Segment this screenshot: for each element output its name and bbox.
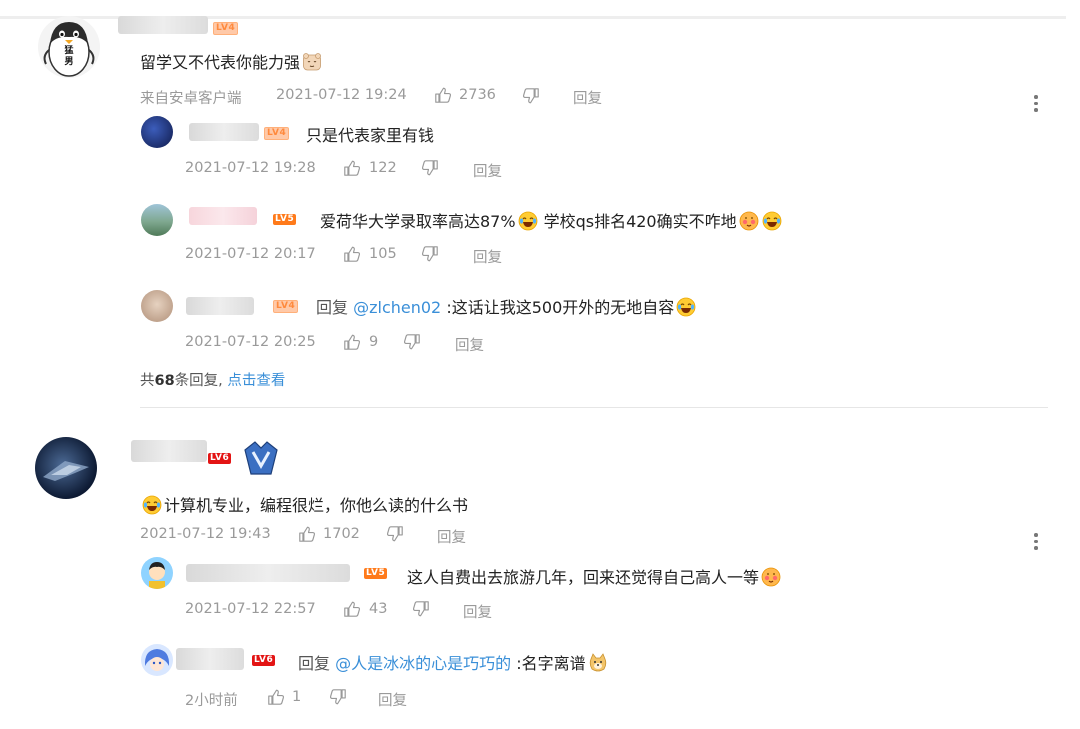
reply-button[interactable]: 回复: [463, 601, 492, 622]
timestamp: 2021-07-12 20:25: [185, 334, 316, 350]
level-badge: LV4: [264, 127, 290, 140]
timestamp: 2021-07-12 22:57: [185, 601, 316, 617]
thumb-down-icon[interactable]: [412, 600, 430, 618]
reply-text: 回复 @zlchen02 :这话让我这500开外的无地自容: [316, 294, 696, 318]
doge-emoji: [588, 653, 608, 673]
laugh-cry-emoji: [518, 211, 538, 231]
more-dots-icon[interactable]: [1034, 533, 1038, 553]
like-count: 1: [292, 689, 302, 705]
username[interactable]: [186, 564, 350, 582]
timestamp: 2021-07-12 20:17: [185, 246, 316, 262]
reply-button[interactable]: 回复: [573, 87, 602, 108]
avatar[interactable]: [141, 644, 173, 676]
like-count: 9: [369, 334, 379, 350]
level-badge: LV6: [252, 655, 276, 666]
timestamp: 2小时前: [185, 693, 238, 709]
timestamp: 2021-07-12 19:43: [140, 526, 271, 542]
thumb-up-icon[interactable]: [343, 245, 361, 263]
level-badge: LV4: [213, 22, 239, 35]
thumb-down-icon[interactable]: [421, 159, 439, 177]
timestamp: 2021-07-12 19:24: [276, 87, 407, 103]
more-dots-icon[interactable]: [1034, 95, 1038, 115]
level-badge: LV5: [364, 568, 388, 579]
like-count: 1702: [323, 526, 360, 542]
view-replies-link[interactable]: 点击查看: [227, 373, 285, 389]
thumb-down-icon[interactable]: [329, 688, 347, 706]
avatar[interactable]: [141, 557, 173, 589]
level-badge: LV5: [273, 214, 297, 225]
client-source: 来自安卓客户端: [140, 91, 242, 107]
avatar-caption: 猛男: [64, 46, 74, 67]
reply-button[interactable]: 回复: [455, 334, 484, 355]
thumb-up-icon[interactable]: [343, 159, 361, 177]
cartoon-avatar-icon: [149, 562, 165, 589]
avatar[interactable]: [141, 204, 173, 236]
username[interactable]: [176, 648, 244, 670]
mention-link[interactable]: @zlchen02: [353, 298, 441, 317]
reply-text: 爱荷华大学录取率高达87% 学校qs排名420确实不咋地: [320, 208, 782, 232]
thumb-down-icon[interactable]: [386, 525, 404, 543]
like-count: 2736: [459, 87, 496, 103]
avatar[interactable]: [141, 116, 173, 148]
avatar[interactable]: 猛男: [38, 16, 100, 78]
spaceship-avatar-icon: [43, 461, 89, 481]
reply-button[interactable]: 回复: [473, 246, 502, 267]
username[interactable]: [186, 297, 254, 315]
smile-emoji: [739, 211, 759, 231]
username[interactable]: [189, 207, 257, 225]
laugh-cry-emoji: [142, 495, 162, 515]
level-badge: LV4: [273, 300, 299, 313]
like-count: 43: [369, 601, 388, 617]
avatar[interactable]: [141, 290, 173, 322]
thumb-up-icon[interactable]: [267, 688, 285, 706]
thumb-up-icon[interactable]: [343, 600, 361, 618]
thumb-up-icon[interactable]: [343, 333, 361, 351]
reply-text: 只是代表家里有钱: [306, 126, 435, 145]
like-count: 122: [369, 160, 397, 176]
anime-avatar-icon: [144, 649, 170, 671]
timestamp: 2021-07-12 19:28: [185, 160, 316, 176]
laugh-cry-emoji: [762, 211, 782, 231]
comment-text: 计算机专业，编程很烂，你他么读的什么书: [142, 492, 468, 516]
crown-badge-icon: [244, 441, 278, 475]
reply-button[interactable]: 回复: [378, 689, 407, 710]
reply-button[interactable]: 回复: [437, 526, 466, 547]
level-badge: LV6: [208, 453, 232, 464]
thumb-down-icon[interactable]: [403, 333, 421, 351]
mention-link[interactable]: @人是冰冰的心是巧巧的: [335, 654, 511, 673]
like-count: 105: [369, 246, 397, 262]
username[interactable]: [189, 123, 259, 141]
thumb-down-icon[interactable]: [522, 87, 540, 105]
username[interactable]: [131, 440, 207, 462]
thumb-up-icon[interactable]: [434, 86, 452, 104]
thumb-up-icon[interactable]: [298, 525, 316, 543]
laugh-cry-emoji: [676, 297, 696, 317]
comment-text: 留学又不代表你能力强: [140, 49, 322, 73]
thumb-down-icon[interactable]: [421, 245, 439, 263]
username[interactable]: [118, 16, 208, 34]
reply-button[interactable]: 回复: [473, 160, 502, 181]
bear-face-emoji: [302, 52, 322, 72]
reply-text: 这人自费出去旅游几年，回来还觉得自己高人一等: [407, 564, 781, 588]
more-replies: 共68条回复, 点击查看: [140, 373, 286, 389]
smile-emoji: [761, 567, 781, 587]
avatar[interactable]: [35, 437, 97, 499]
reply-text: 回复 @人是冰冰的心是巧巧的 :名字离谱: [298, 650, 608, 674]
comment-divider: [140, 407, 1048, 408]
